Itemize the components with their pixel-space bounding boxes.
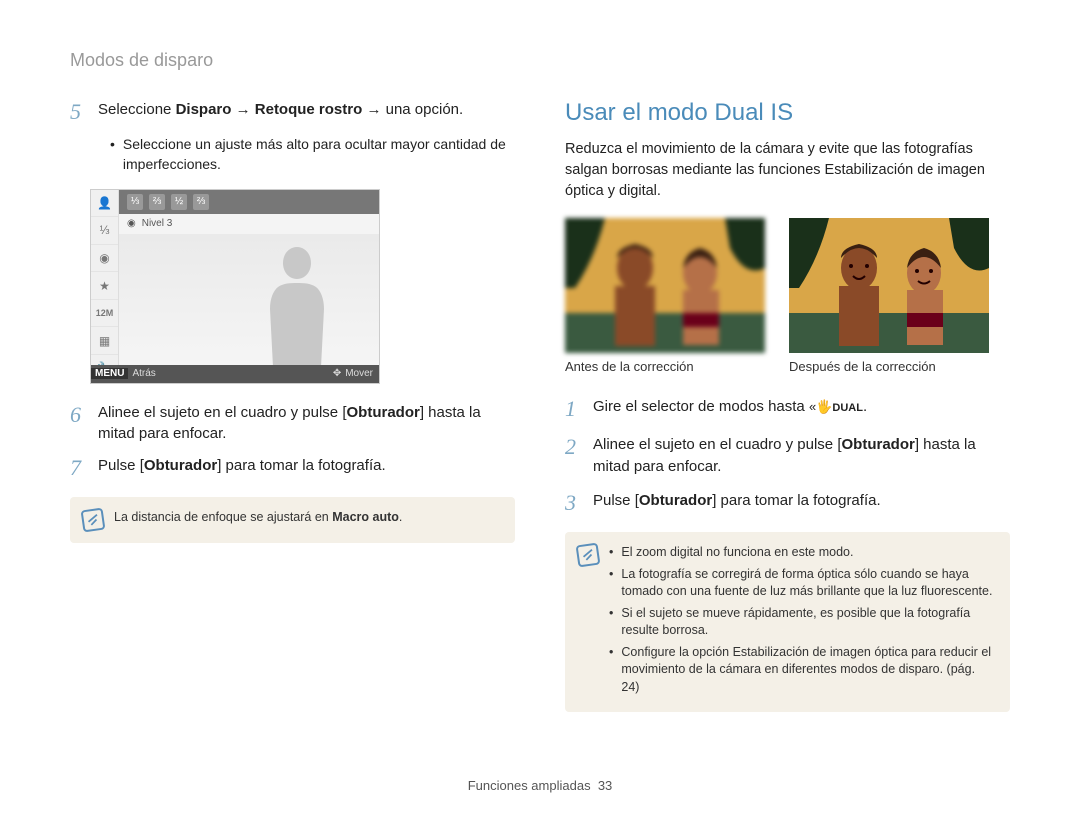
footer-section: Funciones ampliadas	[468, 778, 591, 793]
dual-mode-icon: «🖐DUAL	[809, 398, 863, 417]
step-text: Alinee el sujeto en el cuadro y pulse [O…	[98, 402, 515, 446]
step-5-sub: Seleccione un ajuste más alto para ocult…	[110, 135, 515, 174]
face-icon: ◉	[127, 218, 136, 229]
lcd-side-icon: 👤	[91, 190, 118, 218]
text: Si el sujeto se mueve rápidamente, es po…	[621, 605, 996, 640]
image-before	[565, 218, 765, 353]
bold: Obturador	[347, 404, 420, 421]
lcd-side-icon: 12M	[91, 300, 118, 328]
bold: Obturador	[842, 436, 915, 453]
step-5: 5 Seleccione Disparo → Retoque rostro → …	[70, 99, 515, 125]
text: → una opción.	[362, 101, 463, 118]
text: Configure la opción Estabilización de im…	[621, 644, 996, 697]
text: ] para tomar la fotografía.	[217, 457, 385, 474]
text: .	[863, 398, 867, 415]
step-text: Gire el selector de modos hasta «🖐DUAL.	[593, 396, 867, 422]
text: El zoom digital no funciona en este modo…	[621, 544, 853, 562]
step-number: 1	[565, 396, 593, 422]
lcd-level-row: ⅓ ⅔ ½ ⅔	[119, 190, 379, 214]
text: DUAL	[832, 402, 863, 414]
note-box-left: La distancia de enfoque se ajustará en M…	[70, 497, 515, 543]
note-list: El zoom digital no funciona en este modo…	[609, 544, 996, 700]
text: Seleccione	[98, 101, 176, 118]
image-after	[789, 218, 989, 353]
step-2: 2 Alinee el sujeto en el cuadro y pulse …	[565, 434, 1010, 478]
mover-label: ✥ Mover	[333, 368, 379, 379]
nivel-label: Nivel 3	[142, 218, 173, 229]
step-number: 3	[565, 490, 593, 516]
note-text: La distancia de enfoque se ajustará en M…	[114, 509, 402, 531]
bold: Obturador	[639, 492, 712, 509]
step-6: 6 Alinee el sujeto en el cuadro y pulse …	[70, 402, 515, 446]
text: Pulse [	[98, 457, 144, 474]
text: .	[399, 510, 402, 524]
lcd-side-icon: ◉	[91, 245, 118, 273]
note-box-right: El zoom digital no funciona en este modo…	[565, 532, 1010, 712]
menu-label: MENU	[91, 368, 128, 379]
text: Alinee el sujeto en el cuadro y pulse [	[593, 436, 842, 453]
back-label: Atrás	[132, 368, 155, 379]
text: La fotografía se corregirá de forma ópti…	[621, 566, 996, 601]
step-text: Pulse [Obturador] para tomar la fotograf…	[98, 455, 386, 481]
lcd-side-icon: ⅓	[91, 217, 118, 245]
page-header: Modos de disparo	[70, 50, 1010, 71]
note-item: La fotografía se corregirá de forma ópti…	[609, 566, 996, 601]
person-silhouette-icon	[262, 247, 332, 367]
image-comparison-row	[565, 218, 1010, 353]
right-column: Usar el modo Dual IS Reduzca el movimien…	[565, 99, 1010, 712]
lcd-body: ⅓ ⅔ ½ ⅔ ◉ Nivel 3	[119, 190, 379, 365]
level-icon: ⅔	[193, 194, 209, 210]
lcd-nivel-row: ◉ Nivel 3	[119, 214, 379, 234]
intro-paragraph: Reduzca el movimiento de la cámara y evi…	[565, 139, 1010, 202]
text: La distancia de enfoque se ajustará en	[114, 510, 332, 524]
page-footer: Funciones ampliadas 33	[0, 778, 1080, 793]
note-item: Si el sujeto se mueve rápidamente, es po…	[609, 605, 996, 640]
text: ] para tomar la fotografía.	[712, 492, 880, 509]
lcd-side-icon: ★	[91, 272, 118, 300]
step-text: Alinee el sujeto en el cuadro y pulse [O…	[593, 434, 1010, 478]
lcd-footer: MENU Atrás ✥ Mover	[91, 365, 379, 383]
step-number: 7	[70, 455, 98, 481]
section-title: Usar el modo Dual IS	[565, 99, 1010, 127]
content-columns: 5 Seleccione Disparo → Retoque rostro → …	[70, 99, 1010, 712]
note-item: Configure la opción Estabilización de im…	[609, 644, 996, 697]
caption-row: Antes de la corrección Después de la cor…	[565, 359, 1010, 374]
step-1: 1 Gire el selector de modos hasta «🖐DUAL…	[565, 396, 1010, 422]
bold: Macro auto	[332, 510, 399, 524]
note-icon	[576, 543, 601, 568]
note-item: El zoom digital no funciona en este modo…	[609, 544, 996, 562]
caption-before: Antes de la corrección	[565, 359, 765, 374]
lcd-preview	[119, 234, 379, 365]
left-column: 5 Seleccione Disparo → Retoque rostro → …	[70, 99, 515, 712]
step-text: Pulse [Obturador] para tomar la fotograf…	[593, 490, 881, 516]
caption-after: Después de la corrección	[789, 359, 989, 374]
text: Mover	[345, 368, 373, 379]
note-icon	[81, 508, 106, 533]
step-text: Seleccione Disparo → Retoque rostro → un…	[98, 99, 463, 125]
step-7: 7 Pulse [Obturador] para tomar la fotogr…	[70, 455, 515, 481]
footer-page: 33	[598, 778, 612, 793]
text: Alinee el sujeto en el cuadro y pulse [	[98, 404, 347, 421]
step-3: 3 Pulse [Obturador] para tomar la fotogr…	[565, 490, 1010, 516]
camera-lcd: 👤 ⅓ ◉ ★ 12M ▦ 🔧 ⅓ ⅔ ½ ⅔ ◉	[90, 189, 380, 384]
step-number: 2	[565, 434, 593, 478]
arrow: →	[231, 101, 254, 118]
text: Seleccione un ajuste más alto para ocult…	[123, 135, 515, 174]
step-number: 6	[70, 402, 98, 446]
level-icon: ⅔	[149, 194, 165, 210]
text: Gire el selector de modos hasta	[593, 398, 809, 415]
step-number: 5	[70, 99, 98, 125]
lcd-sidebar: 👤 ⅓ ◉ ★ 12M ▦ 🔧	[91, 190, 119, 383]
text: Pulse [	[593, 492, 639, 509]
bold: Disparo	[176, 101, 232, 118]
bold: Obturador	[144, 457, 217, 474]
level-icon: ½	[171, 194, 187, 210]
lcd-side-icon: ▦	[91, 327, 118, 355]
lcd-level-icons: ⅓ ⅔ ½ ⅔	[127, 194, 209, 210]
bold: Retoque rostro	[255, 101, 363, 118]
level-icon: ⅓	[127, 194, 143, 210]
